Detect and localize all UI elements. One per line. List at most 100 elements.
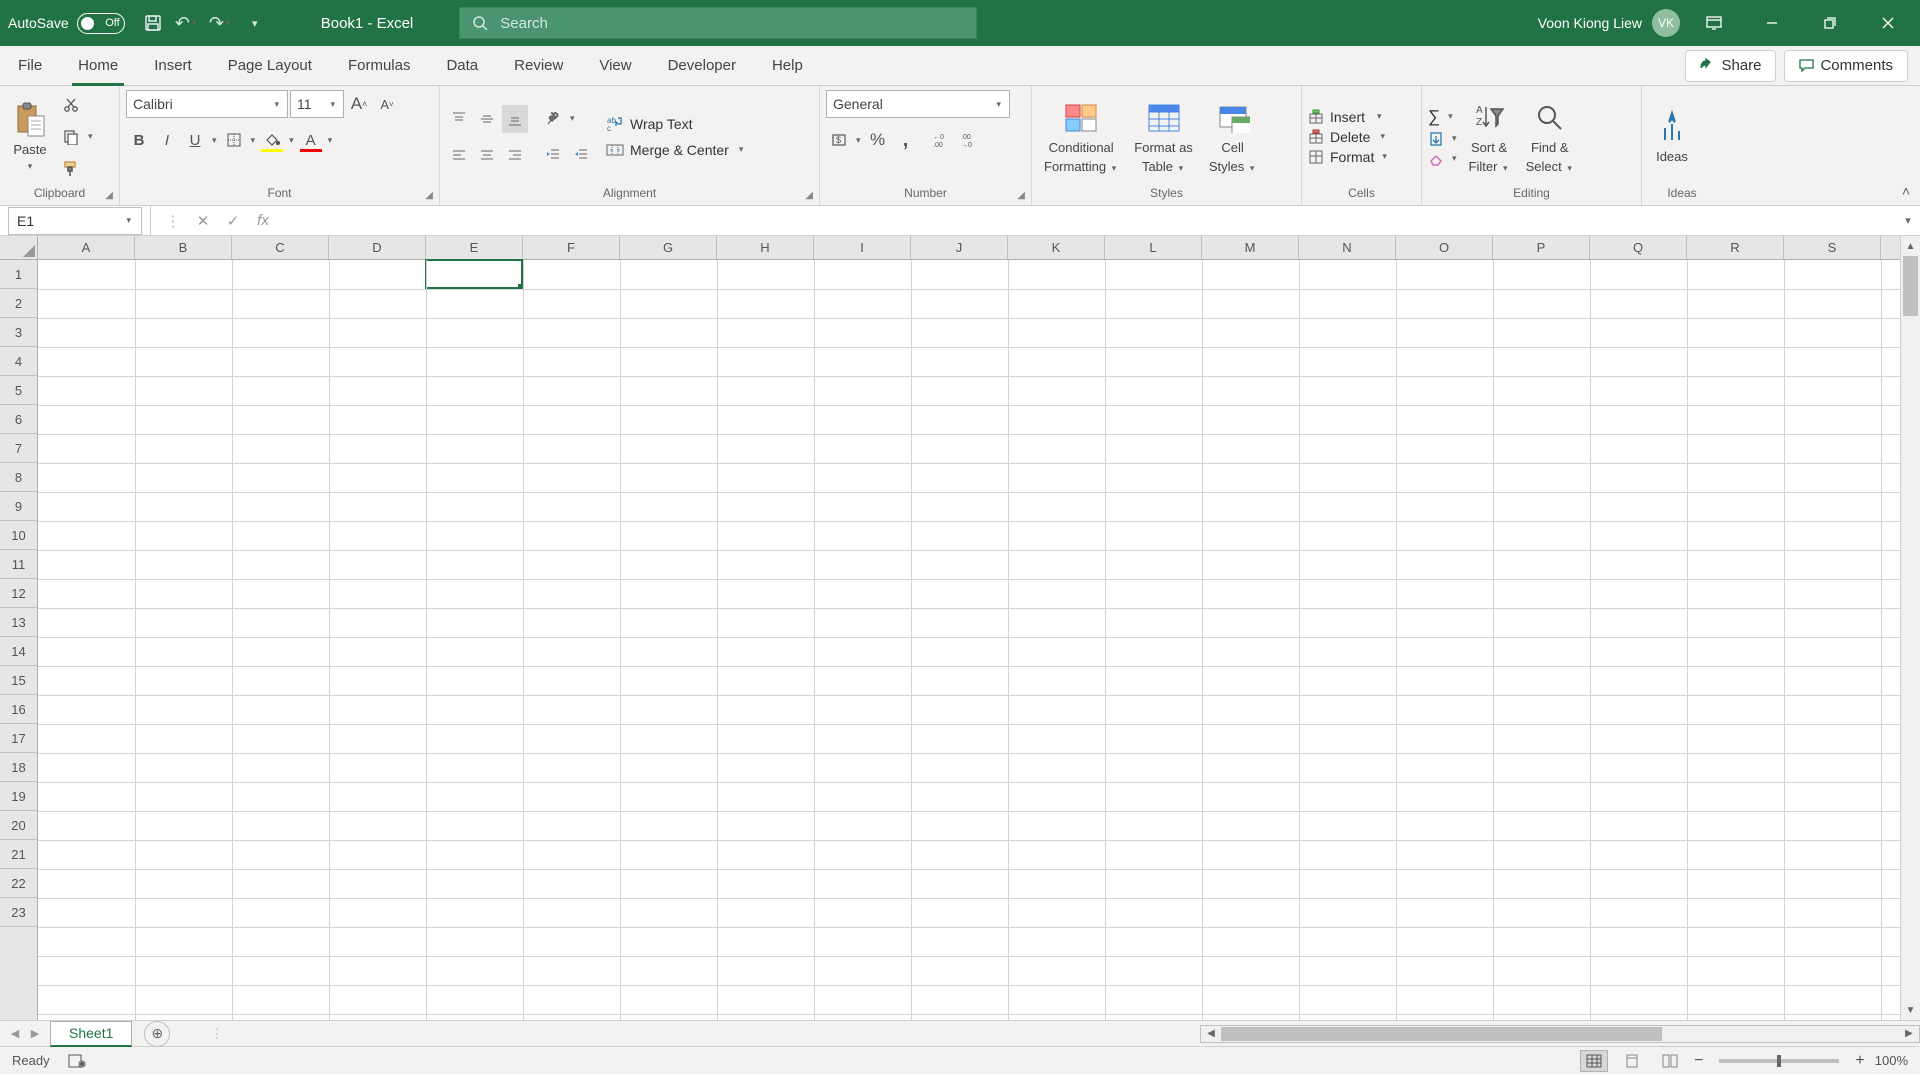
ribbon-display-icon[interactable] bbox=[1690, 0, 1738, 46]
copy-icon[interactable] bbox=[58, 123, 84, 151]
row-header[interactable]: 5 bbox=[0, 376, 37, 405]
row-header[interactable]: 12 bbox=[0, 579, 37, 608]
increase-font-icon[interactable]: A˄ bbox=[346, 90, 372, 118]
tab-page-layout[interactable]: Page Layout bbox=[210, 46, 330, 86]
qat-customize-icon[interactable]: ▾ bbox=[241, 9, 269, 37]
page-layout-view-icon[interactable] bbox=[1618, 1050, 1646, 1072]
chevron-down-icon[interactable]: ▾ bbox=[737, 144, 746, 155]
decrease-indent-icon[interactable] bbox=[540, 141, 566, 169]
row-header[interactable]: 18 bbox=[0, 753, 37, 782]
autosave-toggle[interactable]: AutoSave Off bbox=[0, 13, 133, 34]
name-box[interactable]: E1▾ bbox=[8, 207, 142, 235]
row-header[interactable]: 23 bbox=[0, 898, 37, 927]
zoom-level[interactable]: 100% bbox=[1875, 1053, 1908, 1068]
align-top-icon[interactable] bbox=[446, 105, 472, 133]
column-header[interactable]: O bbox=[1396, 236, 1493, 259]
increase-indent-icon[interactable] bbox=[568, 141, 594, 169]
row-header[interactable]: 20 bbox=[0, 811, 37, 840]
formula-input[interactable] bbox=[285, 206, 1896, 235]
scroll-down-icon[interactable]: ▼ bbox=[1901, 1000, 1920, 1020]
macro-record-icon[interactable] bbox=[68, 1054, 86, 1068]
autosum-button[interactable]: ∑▾ bbox=[1428, 107, 1459, 127]
add-sheet-button[interactable]: ⊕ bbox=[144, 1021, 170, 1047]
tab-view[interactable]: View bbox=[581, 46, 649, 86]
select-all-corner[interactable] bbox=[0, 236, 38, 260]
row-header[interactable]: 7 bbox=[0, 434, 37, 463]
row-header[interactable]: 16 bbox=[0, 695, 37, 724]
maximize-icon[interactable] bbox=[1806, 0, 1854, 46]
column-header[interactable]: D bbox=[329, 236, 426, 259]
merge-center-button[interactable]: Merge & Center ▾ bbox=[606, 141, 745, 159]
cancel-icon[interactable]: ✕ bbox=[191, 212, 215, 230]
cells-grid[interactable] bbox=[38, 260, 1900, 1020]
sheet-nav[interactable]: ◀▶ bbox=[0, 1027, 50, 1040]
font-name-combo[interactable]: Calibri▾ bbox=[126, 90, 288, 118]
zoom-slider[interactable] bbox=[1719, 1059, 1839, 1063]
column-header[interactable]: B bbox=[135, 236, 232, 259]
nav-prev-icon[interactable]: ◀ bbox=[6, 1027, 24, 1040]
tab-formulas[interactable]: Formulas bbox=[330, 46, 429, 86]
row-header[interactable]: 11 bbox=[0, 550, 37, 579]
vertical-scrollbar[interactable]: ▲ ▼ bbox=[1900, 236, 1920, 1020]
row-header[interactable]: 8 bbox=[0, 463, 37, 492]
page-break-view-icon[interactable] bbox=[1656, 1050, 1684, 1072]
column-header[interactable]: K bbox=[1008, 236, 1105, 259]
dialog-launcher-icon[interactable]: ◢ bbox=[425, 190, 433, 201]
italic-button[interactable]: I bbox=[154, 126, 180, 154]
tab-insert[interactable]: Insert bbox=[136, 46, 210, 86]
align-left-icon[interactable] bbox=[446, 141, 472, 169]
align-bottom-icon[interactable] bbox=[502, 105, 528, 133]
scroll-left-icon[interactable]: ◀ bbox=[1201, 1026, 1221, 1042]
user-name[interactable]: Voon Kiong Liew bbox=[1538, 15, 1642, 31]
formula-options-icon[interactable]: ⋮ bbox=[161, 212, 185, 230]
sort-filter-button[interactable]: AZ Sort & Filter ▾ bbox=[1463, 93, 1516, 181]
row-header[interactable]: 3 bbox=[0, 318, 37, 347]
fill-color-icon[interactable] bbox=[259, 126, 285, 154]
row-header[interactable]: 9 bbox=[0, 492, 37, 521]
row-header[interactable]: 21 bbox=[0, 840, 37, 869]
align-right-icon[interactable] bbox=[502, 141, 528, 169]
scroll-thumb[interactable] bbox=[1221, 1027, 1662, 1041]
find-select-button[interactable]: Find & Select ▾ bbox=[1520, 93, 1580, 181]
row-header[interactable]: 22 bbox=[0, 869, 37, 898]
tab-file[interactable]: File bbox=[0, 46, 60, 86]
decrease-font-icon[interactable]: A˅ bbox=[374, 90, 400, 118]
column-header[interactable]: J bbox=[911, 236, 1008, 259]
undo-icon[interactable]: ↶▾ bbox=[173, 9, 201, 37]
zoom-in-icon[interactable]: + bbox=[1855, 1052, 1864, 1070]
row-header[interactable]: 2 bbox=[0, 289, 37, 318]
save-icon[interactable] bbox=[139, 9, 167, 37]
cut-icon[interactable] bbox=[58, 91, 84, 119]
format-painter-icon[interactable] bbox=[58, 155, 84, 183]
row-header[interactable]: 13 bbox=[0, 608, 37, 637]
format-cells-button[interactable]: Format▾ bbox=[1308, 149, 1389, 165]
scroll-track[interactable] bbox=[1221, 1026, 1899, 1042]
avatar[interactable]: VK bbox=[1652, 9, 1680, 37]
autosave-switch[interactable]: Off bbox=[77, 13, 125, 34]
row-header[interactable]: 19 bbox=[0, 782, 37, 811]
redo-icon[interactable]: ↷▾ bbox=[207, 9, 235, 37]
dialog-launcher-icon[interactable]: ◢ bbox=[1017, 190, 1025, 201]
dialog-launcher-icon[interactable]: ◢ bbox=[805, 190, 813, 201]
align-middle-icon[interactable] bbox=[474, 105, 500, 133]
column-header[interactable]: G bbox=[620, 236, 717, 259]
expand-formula-bar-icon[interactable]: ▾ bbox=[1896, 214, 1920, 227]
row-header[interactable]: 4 bbox=[0, 347, 37, 376]
dialog-launcher-icon[interactable]: ◢ bbox=[105, 190, 113, 201]
column-header[interactable]: S bbox=[1784, 236, 1881, 259]
scroll-thumb[interactable] bbox=[1903, 256, 1918, 316]
chevron-down-icon[interactable]: ▾ bbox=[86, 131, 95, 142]
sheet-tab-sheet1[interactable]: Sheet1 bbox=[50, 1021, 132, 1047]
row-header[interactable]: 17 bbox=[0, 724, 37, 753]
fill-button[interactable]: ▾ bbox=[1428, 131, 1459, 147]
increase-decimal-icon[interactable]: ←0.00 bbox=[929, 126, 955, 154]
accounting-format-icon[interactable]: $ bbox=[826, 126, 852, 154]
clear-button[interactable]: ▾ bbox=[1428, 151, 1459, 167]
decrease-decimal-icon[interactable]: .00→0 bbox=[957, 126, 983, 154]
cell-styles-button[interactable]: Cell Styles ▾ bbox=[1203, 93, 1263, 181]
chevron-down-icon[interactable]: ▾ bbox=[854, 135, 863, 146]
row-header[interactable]: 15 bbox=[0, 666, 37, 695]
share-button[interactable]: Share bbox=[1685, 50, 1776, 82]
column-header[interactable]: I bbox=[814, 236, 911, 259]
insert-cells-button[interactable]: Insert▾ bbox=[1308, 109, 1384, 125]
